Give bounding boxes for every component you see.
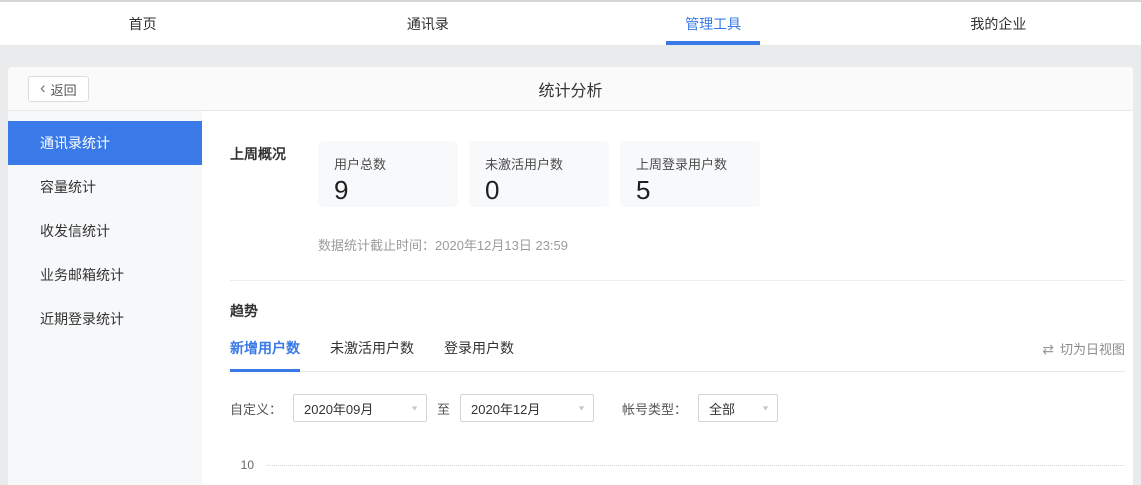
- data-cutoff-time: 数据统计截止时间：2020年12月13日 23:59: [318, 235, 760, 254]
- sidebar-item-capacity-stats[interactable]: 容量统计: [8, 165, 202, 209]
- start-month-select[interactable]: 2020年09月 ▼: [293, 394, 428, 422]
- chevron-down-icon: ▼: [410, 404, 420, 412]
- content-area: 上周概况 用户总数 9 未激活用户数 0 上周登录用户数 5 数据统计截止时间：…: [202, 111, 1133, 485]
- panel-body: 通讯录统计 容量统计 收发信统计 业务邮箱统计 近期登录统计 上周概况 用户总数…: [8, 111, 1133, 485]
- back-button-label: 返回: [50, 82, 77, 98]
- trend-tabs: 新增用户数 未激活用户数 登录用户数 ⇄ 切为日视图: [230, 338, 1125, 372]
- y-axis-tick-label: 10: [240, 458, 254, 472]
- end-month-select[interactable]: 2020年12月 ▼: [460, 394, 595, 422]
- stat-card-lastweek-login-users: 上周登录用户数 5: [620, 141, 760, 207]
- back-button[interactable]: ‹ 返回: [28, 76, 89, 102]
- nav-item-admin-tools[interactable]: 管理工具: [571, 2, 856, 45]
- data-cutoff-value: 2020年12月13日 23:59: [435, 238, 568, 253]
- account-type-select[interactable]: 全部 ▼: [698, 394, 779, 422]
- stat-card-label: 上周登录用户数: [636, 157, 728, 172]
- account-type-label: 帐号类型：: [622, 401, 688, 417]
- overview-section: 上周概况 用户总数 9 未激活用户数 0 上周登录用户数 5 数据统计截止时间：…: [230, 141, 1125, 254]
- stat-card-label: 未激活用户数: [485, 157, 564, 172]
- stat-card-inactive-users: 未激活用户数 0: [469, 141, 609, 207]
- trend-filters: 自定义： 2020年09月 ▼ 至 2020年12月 ▼ 帐号类型： 全部 ▼: [230, 394, 1125, 422]
- nav-item-contacts[interactable]: 通讯录: [285, 2, 570, 45]
- overview-body: 用户总数 9 未激活用户数 0 上周登录用户数 5 数据统计截止时间：2020年…: [318, 141, 760, 254]
- chevron-left-icon: ‹: [40, 78, 46, 97]
- stat-card-value: 9: [334, 175, 349, 205]
- chevron-down-icon: ▼: [577, 404, 587, 412]
- stat-card-value: 5: [636, 175, 651, 205]
- stat-cards: 用户总数 9 未激活用户数 0 上周登录用户数 5: [318, 141, 760, 207]
- nav-item-my-company[interactable]: 我的企业: [856, 2, 1141, 45]
- swap-arrows-icon: ⇄: [1042, 340, 1054, 357]
- sidebar-item-contacts-stats[interactable]: 通讯录统计: [8, 121, 202, 165]
- trend-section-label: 趋势: [230, 303, 258, 319]
- account-type-value: 全部: [709, 401, 736, 417]
- trend-chart-top: 10: [230, 458, 1125, 472]
- sidebar: 通讯录统计 容量统计 收发信统计 业务邮箱统计 近期登录统计: [8, 111, 202, 485]
- start-month-value: 2020年09月: [304, 401, 374, 417]
- chart-gridline: [267, 464, 1125, 466]
- tab-inactive-users[interactable]: 未激活用户数: [330, 338, 414, 371]
- tab-login-users[interactable]: 登录用户数: [444, 338, 514, 371]
- stat-card-total-users: 用户总数 9: [318, 141, 458, 207]
- panel-header: ‹ 返回 统计分析: [8, 67, 1133, 111]
- tab-new-users[interactable]: 新增用户数: [230, 338, 300, 372]
- data-cutoff-label: 数据统计截止时间：: [318, 238, 436, 253]
- custom-range-label: 自定义：: [230, 401, 283, 417]
- sidebar-item-mail-stats[interactable]: 收发信统计: [8, 209, 202, 253]
- stat-card-label: 用户总数: [334, 157, 387, 172]
- top-navigation: 首页 通讯录 管理工具 我的企业: [0, 0, 1141, 46]
- chevron-down-icon: ▼: [761, 404, 771, 412]
- overview-section-label: 上周概况: [230, 146, 286, 162]
- sidebar-item-recent-login-stats[interactable]: 近期登录统计: [8, 297, 202, 341]
- sidebar-item-business-mailbox-stats[interactable]: 业务邮箱统计: [8, 253, 202, 297]
- range-to-label: 至: [437, 401, 451, 417]
- page-title: 统计分析: [538, 82, 603, 100]
- switch-to-day-view-button[interactable]: ⇄ 切为日视图: [1042, 339, 1125, 371]
- stats-panel: ‹ 返回 统计分析 通讯录统计 容量统计 收发信统计 业务邮箱统计 近期登录统计…: [8, 67, 1133, 485]
- stat-card-value: 0: [485, 175, 500, 205]
- switch-to-day-view-label: 切为日视图: [1059, 342, 1125, 357]
- nav-item-home[interactable]: 首页: [0, 2, 285, 45]
- end-month-value: 2020年12月: [471, 401, 541, 417]
- section-divider: [230, 280, 1125, 281]
